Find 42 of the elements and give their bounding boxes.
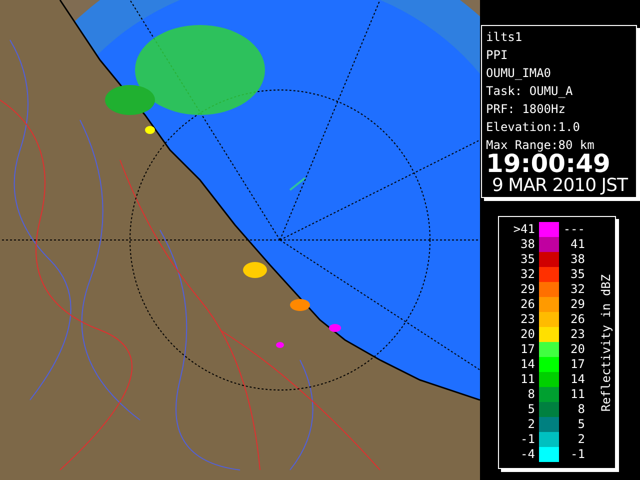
legend-label: --- xyxy=(562,222,585,237)
legend-label: 20 xyxy=(520,327,535,342)
info-text: Max Range:80 km xyxy=(486,137,594,152)
legend-label: 5 xyxy=(576,417,585,432)
legend-label: 35 xyxy=(570,267,585,282)
legend-label: 29 xyxy=(520,282,535,297)
legend-label: >41 xyxy=(512,222,535,237)
legend-label: -1 xyxy=(570,447,585,462)
legend-label: 11 xyxy=(570,387,585,402)
legend-label: 11 xyxy=(520,372,535,387)
legend-label: 38 xyxy=(520,237,535,252)
legend-label: 8 xyxy=(576,402,585,417)
legend-label: 17 xyxy=(570,357,585,372)
legend-title: Reflectivity in dBZ xyxy=(599,272,613,412)
legend-label: 29 xyxy=(570,297,585,312)
legend-label: 14 xyxy=(520,357,535,372)
legend-label: -4 xyxy=(520,447,535,462)
info-text: PPI xyxy=(486,47,509,64)
legend-label: 17 xyxy=(520,342,535,357)
legend-label: 2 xyxy=(576,432,585,447)
legend-label: 41 xyxy=(570,237,585,252)
legend-label: 23 xyxy=(520,312,535,327)
time-display: 19:00:49 xyxy=(486,152,610,176)
date-display: 9 MAR 2010 JST xyxy=(491,176,629,196)
legend-label: 23 xyxy=(570,327,585,342)
legend-label: 26 xyxy=(570,312,585,327)
info-text: Task: OUMU_A xyxy=(486,83,574,100)
info-text: OUMU_IMA0 xyxy=(486,65,552,82)
info-text: ilts1 xyxy=(486,29,524,46)
legend-label: 35 xyxy=(520,252,535,267)
legend-label: 38 xyxy=(570,252,585,267)
legend-label: 26 xyxy=(520,297,535,312)
info-text: Elevation:1.0 xyxy=(486,119,581,136)
legend-label: 8 xyxy=(526,387,535,402)
legend-label: 5 xyxy=(526,402,535,417)
legend-label: 20 xyxy=(570,342,585,357)
legend-label: 32 xyxy=(520,267,535,282)
legend-label: 32 xyxy=(570,282,585,297)
info-text: PRF: 1800Hz xyxy=(486,101,566,118)
legend-label: -1 xyxy=(520,432,535,447)
legend-label: 2 xyxy=(526,417,535,432)
legend-label: 14 xyxy=(570,372,585,387)
